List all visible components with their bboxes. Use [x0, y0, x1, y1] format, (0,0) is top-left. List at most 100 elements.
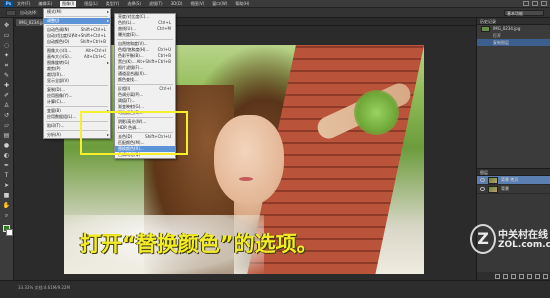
move-tool-icon[interactable]: ✥ — [3, 22, 11, 30]
menu-option-label: 色调分离(P)... — [118, 92, 144, 97]
menu-option-label: 自然饱和度(V)... — [118, 41, 148, 46]
menu-separator — [46, 46, 108, 47]
type-tool-icon[interactable]: T — [3, 172, 11, 180]
menu-bar: Ps 文件(F) 编辑(E) 图像(I) 图层(L) 类型(Y) 选择(S) 滤镜(T) 3D… — [0, 0, 550, 8]
tools-panel: ✥ ▭ ◌ ✦ ⌗ ✎ ✚ ✐ ♙ ↺ ▱ ▤ ● ◐ ✒ T ➤ ■ ✋ ⌕ — [0, 18, 14, 280]
caption-text: 打开“替换颜色”的选项。 — [80, 232, 318, 256]
menu-item[interactable]: 帮助(H) — [235, 1, 249, 7]
menu-item[interactable]: 3D(D) — [171, 1, 183, 7]
layer-row[interactable]: 背景 — [477, 185, 550, 194]
close-icon[interactable] — [541, 1, 547, 6]
menu-option-label: 显示全部(V) — [47, 78, 69, 83]
history-thumbnail — [481, 25, 490, 32]
menu-separator — [46, 106, 108, 107]
menu-option[interactable]: 显示全部(V) — [44, 78, 110, 84]
menu-option-label: 变量(B) — [47, 108, 61, 113]
menu-option-label: 色相/饱和度(H)... — [118, 47, 150, 52]
path-selection-tool-icon[interactable]: ➤ — [3, 182, 11, 190]
menu-option[interactable]: 计算(C)... — [44, 99, 110, 105]
gradient-tool-icon[interactable]: ▤ — [3, 132, 11, 140]
zol-logo: Z — [470, 224, 496, 254]
history-brush-tool-icon[interactable]: ↺ — [3, 112, 11, 120]
eye-icon[interactable] — [480, 187, 485, 191]
menu-option[interactable]: 模式(M) ▸ — [44, 9, 110, 15]
menu-option-label: 渐变映射(G)... — [118, 104, 145, 109]
crop-tool-icon[interactable]: ⌗ — [3, 62, 11, 70]
history-panel-header[interactable]: 历史记录 — [477, 18, 550, 25]
menu-option-label: 自动颜色(O) — [47, 39, 70, 44]
magic-wand-tool-icon[interactable]: ✦ — [3, 52, 11, 60]
menu-option[interactable]: 调整(J) ▸ — [44, 18, 110, 24]
zoom-tool-icon[interactable]: ⌕ — [3, 212, 11, 220]
menu-option-label: 色彩平衡(B)... — [118, 53, 144, 58]
layer-thumbnail — [488, 176, 498, 184]
layer-name: 背景 — [501, 186, 509, 191]
clone-stamp-tool-icon[interactable]: ♙ — [3, 102, 11, 110]
menu-item[interactable]: 图像(I) — [60, 0, 77, 7]
lasso-tool-icon[interactable]: ◌ — [3, 42, 11, 50]
blur-tool-icon[interactable]: ● — [3, 142, 11, 150]
workspace-select[interactable]: 基本功能 — [504, 10, 544, 16]
photoshop-logo: Ps — [4, 0, 13, 7]
shape-tool-icon[interactable]: ■ — [3, 192, 11, 200]
layer-row[interactable]: 背景 拷贝 — [477, 176, 550, 185]
zol-watermark-url: ZOL.com.cn — [498, 240, 550, 250]
eye-icon[interactable] — [480, 178, 485, 182]
history-item-label: IMG_0234.jpg — [493, 26, 521, 31]
menu-separator — [117, 39, 173, 40]
history-item[interactable]: IMG_0234.jpg — [477, 25, 550, 32]
menu-option-label: 通道混合器(X)... — [118, 71, 148, 76]
dodge-tool-icon[interactable]: ◐ — [3, 152, 11, 160]
history-item[interactable]: 打开 — [477, 32, 550, 39]
menu-item[interactable]: 选择(S) — [127, 1, 141, 7]
eyedropper-tool-icon[interactable]: ✎ — [3, 72, 11, 80]
healing-brush-tool-icon[interactable]: ✚ — [3, 82, 11, 90]
menu-item[interactable]: 滤镜(T) — [149, 1, 163, 7]
menu-item[interactable]: 类型(Y) — [106, 1, 120, 7]
minimize-icon[interactable] — [523, 1, 529, 6]
menu-option-label: 黑白(K)... — [118, 59, 136, 64]
menu-item[interactable]: 图层(L) — [84, 1, 97, 7]
background-color-swatch[interactable] — [5, 229, 13, 236]
menu-shortcut: Shift+Ctrl+B — [80, 39, 106, 44]
history-item[interactable]: 复制图层 — [477, 39, 550, 46]
layer-name: 背景 拷贝 — [501, 177, 519, 182]
menu-option-label: 亮度/对比度(C)... — [118, 14, 150, 19]
menu-item[interactable]: 窗口(W) — [212, 1, 227, 7]
eraser-tool-icon[interactable]: ▱ — [3, 122, 11, 130]
menu-option-label: 阈值(T)... — [118, 98, 136, 103]
menu-option-label: 自动对比度(U) — [47, 33, 74, 38]
layers-panel-header[interactable]: 图层 — [477, 169, 550, 176]
submenu-arrow-icon: ▸ — [106, 18, 109, 23]
menu-option[interactable]: 颜色查找... — [115, 77, 175, 83]
menu-option-label: 裁剪(P) — [47, 66, 61, 71]
menu-option-label: 计算(C)... — [47, 99, 65, 104]
menu-separator — [46, 85, 108, 86]
menu-option-label: 画布大小(S)... — [47, 54, 73, 59]
menu-option-label: 裁切(R)... — [47, 72, 65, 77]
leaves — [354, 90, 399, 135]
face — [214, 115, 284, 205]
menu-item[interactable]: 文件(F) — [17, 1, 30, 7]
menu-option-label: 调整(J) — [47, 18, 60, 23]
brush-tool-icon[interactable]: ✐ — [3, 92, 11, 100]
menu-item[interactable]: 视图(V) — [190, 1, 204, 7]
menu-option-label: 应用数据组(L)... — [47, 114, 77, 119]
menu-option-label: 色阶(L)... — [118, 20, 136, 25]
pen-tool-icon[interactable]: ✒ — [3, 162, 11, 170]
menu-option-label: 图像旋转(G) — [47, 60, 70, 65]
highlight-box — [80, 111, 188, 155]
move-tool-preset-icon[interactable] — [6, 9, 16, 16]
menu-separator — [117, 84, 173, 85]
history-item-label: 打开 — [493, 33, 501, 38]
menu-option[interactable]: 曝光度(E)... — [115, 32, 175, 38]
menu-option[interactable]: 自动颜色(O) Shift+Ctrl+B — [44, 39, 110, 45]
marquee-tool-icon[interactable]: ▭ — [3, 32, 11, 40]
hand-tool-icon[interactable]: ✋ — [3, 202, 11, 210]
menu-option-label: 模式(M) — [47, 9, 62, 14]
menu-option-label: 应用图像(Y)... — [47, 93, 73, 98]
menu-option-label: 自动色调(N) — [47, 27, 70, 32]
menu-item[interactable]: 编辑(E) — [38, 1, 52, 7]
maximize-icon[interactable] — [532, 1, 538, 6]
zol-watermark-name: 中关村在线 — [498, 230, 548, 241]
